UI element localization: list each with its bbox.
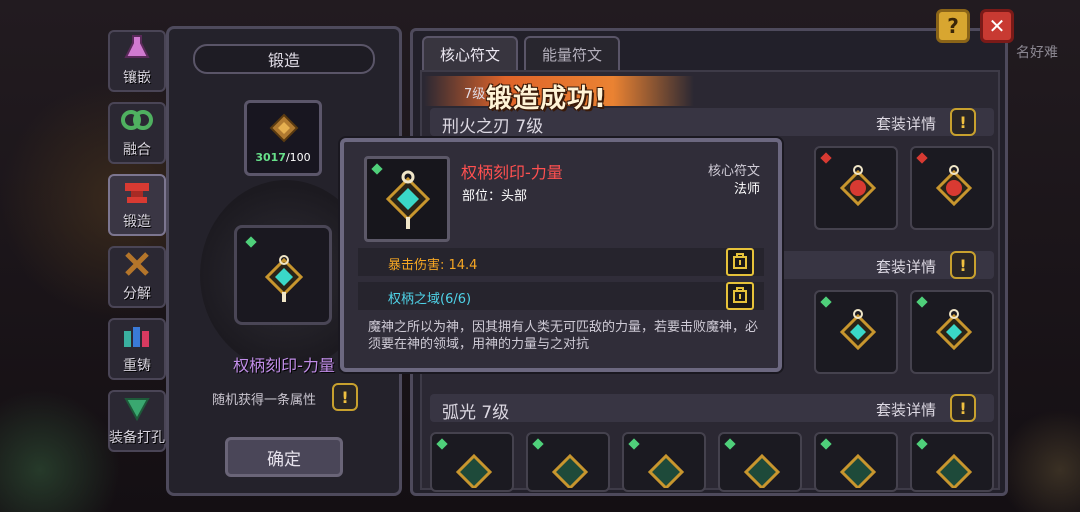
- quality-gem-icon: [724, 438, 736, 450]
- quality-gem-icon: [916, 438, 928, 450]
- quality-gem-icon: [820, 152, 832, 164]
- close-button[interactable]: ✕: [980, 9, 1014, 43]
- flask-icon: [120, 32, 154, 63]
- forge-item-name: 权柄刻印-力量: [233, 356, 335, 375]
- loop-icon: [120, 104, 154, 135]
- quality-gem-icon: [916, 296, 928, 308]
- arc-rune-icon: [452, 448, 496, 492]
- rune-slot[interactable]: [430, 432, 514, 492]
- hammers-icon: [120, 248, 154, 279]
- lock-icon: [733, 285, 747, 307]
- arc-rune-icon: [836, 448, 880, 492]
- quality-gem-icon: [245, 236, 257, 248]
- info-icon: !: [341, 387, 349, 407]
- drill-icon: [120, 392, 154, 423]
- arc-rune-icon: [644, 448, 688, 492]
- rune-slot[interactable]: [622, 432, 706, 492]
- forge-item-slot[interactable]: [234, 225, 332, 325]
- popup-slot-label: 部位：头部: [462, 189, 528, 204]
- sidebar-item-label: 装备打孔: [109, 430, 165, 446]
- sidebar-item-fuse[interactable]: 融合: [108, 102, 166, 164]
- sidebar-item-label: 锻造: [123, 214, 151, 230]
- close-icon: ✕: [988, 14, 1006, 38]
- quality-gem-icon: [916, 152, 928, 164]
- info-icon: !: [959, 398, 967, 418]
- scepter-rune-icon: [836, 308, 880, 362]
- set-detail-link[interactable]: 套装详情: [876, 399, 936, 420]
- popup-item-name: 权柄刻印-力量: [461, 163, 563, 182]
- arc-rune-icon: [548, 448, 592, 492]
- forge-title: 锻造: [193, 44, 375, 74]
- lock-icon: [733, 251, 747, 273]
- stat-crit-damage: 暴击伤害: 14.4: [388, 258, 478, 273]
- set-detail-link[interactable]: 套装详情: [876, 256, 936, 277]
- stat-set-bonus: 权柄之域(6/6): [388, 292, 472, 307]
- scepter-rune-icon: [381, 169, 435, 235]
- forge-attribute-note: 随机获得一条属性: [212, 393, 317, 408]
- set-title: 弧光 7级: [442, 403, 510, 423]
- quality-gem-icon: [628, 438, 640, 450]
- popup-description: 魔神之所以为神，因其拥有人类无可匹敌的力量，若要击败魔神，必须要在神的领域，用神…: [368, 320, 759, 352]
- player-name: 名好难: [1016, 45, 1058, 61]
- info-icon: !: [959, 112, 967, 132]
- info-icon: !: [959, 255, 967, 275]
- rune-slot[interactable]: [910, 290, 994, 374]
- quality-gem-icon: [532, 438, 544, 450]
- set-row-header: 弧光 7级 套装详情 !: [430, 394, 994, 423]
- rune-slot[interactable]: [814, 290, 898, 374]
- fire-rune-icon: [932, 164, 976, 218]
- stat-lock-button[interactable]: [726, 282, 754, 310]
- quality-gem-icon: [820, 296, 832, 308]
- question-icon: ?: [947, 14, 959, 38]
- help-button[interactable]: ?: [936, 9, 970, 43]
- sidebar-item-inlay[interactable]: 镶嵌: [108, 30, 166, 92]
- rune-slot[interactable]: [814, 146, 898, 230]
- scepter-rune-icon: [261, 254, 307, 308]
- set-info-button[interactable]: !: [950, 251, 976, 279]
- scepter-rune-icon: [932, 308, 976, 362]
- rune-slot[interactable]: [910, 432, 994, 492]
- forge-info-button[interactable]: !: [332, 383, 358, 411]
- stat-lock-button[interactable]: [726, 248, 754, 276]
- arc-rune-icon: [740, 448, 784, 492]
- set-info-button[interactable]: !: [950, 108, 976, 136]
- potions-icon: [120, 320, 154, 351]
- set-info-button[interactable]: !: [950, 394, 976, 422]
- sidebar-item-label: 融合: [123, 142, 151, 158]
- sidebar-item-socket[interactable]: 装备打孔: [108, 390, 166, 452]
- tab-core-rune[interactable]: 核心符文: [422, 36, 518, 70]
- popup-class: 法师: [733, 182, 760, 197]
- rune-slot[interactable]: [910, 146, 994, 230]
- stat-row: 暴击伤害: 14.4: [358, 248, 764, 276]
- success-banner-text: 锻造成功!: [486, 84, 607, 114]
- sidebar-item-label: 分解: [123, 286, 151, 302]
- sidebar-item-label: 镶嵌: [123, 70, 151, 86]
- sidebar-item-label: 重铸: [123, 358, 151, 374]
- material-icon: [269, 113, 299, 147]
- popup-item-icon-box: [364, 156, 450, 242]
- confirm-button[interactable]: 确定: [225, 437, 343, 477]
- material-count: 3017/100: [255, 151, 311, 164]
- set-title: 刑火之刃 7级: [442, 117, 544, 137]
- fire-rune-icon: [836, 164, 880, 218]
- rune-slot[interactable]: [526, 432, 610, 492]
- popup-rune-type: 核心符文: [707, 164, 760, 179]
- stat-row: 权柄之域(6/6): [358, 282, 764, 310]
- sidebar-item-dismantle[interactable]: 分解: [108, 246, 166, 308]
- banner-underlay-level: 7级: [464, 87, 486, 102]
- rune-slot[interactable]: [814, 432, 898, 492]
- quality-gem-icon: [820, 438, 832, 450]
- sidebar-item-forge[interactable]: 锻造: [108, 174, 166, 236]
- arc-rune-icon: [932, 448, 976, 492]
- quality-gem-icon: [436, 438, 448, 450]
- sidebar-item-recast[interactable]: 重铸: [108, 318, 166, 380]
- anvil-icon: [120, 176, 154, 207]
- rune-slot[interactable]: [718, 432, 802, 492]
- tab-energy-rune[interactable]: 能量符文: [524, 36, 620, 70]
- set-detail-link[interactable]: 套装详情: [876, 113, 936, 134]
- material-slot[interactable]: [244, 100, 322, 176]
